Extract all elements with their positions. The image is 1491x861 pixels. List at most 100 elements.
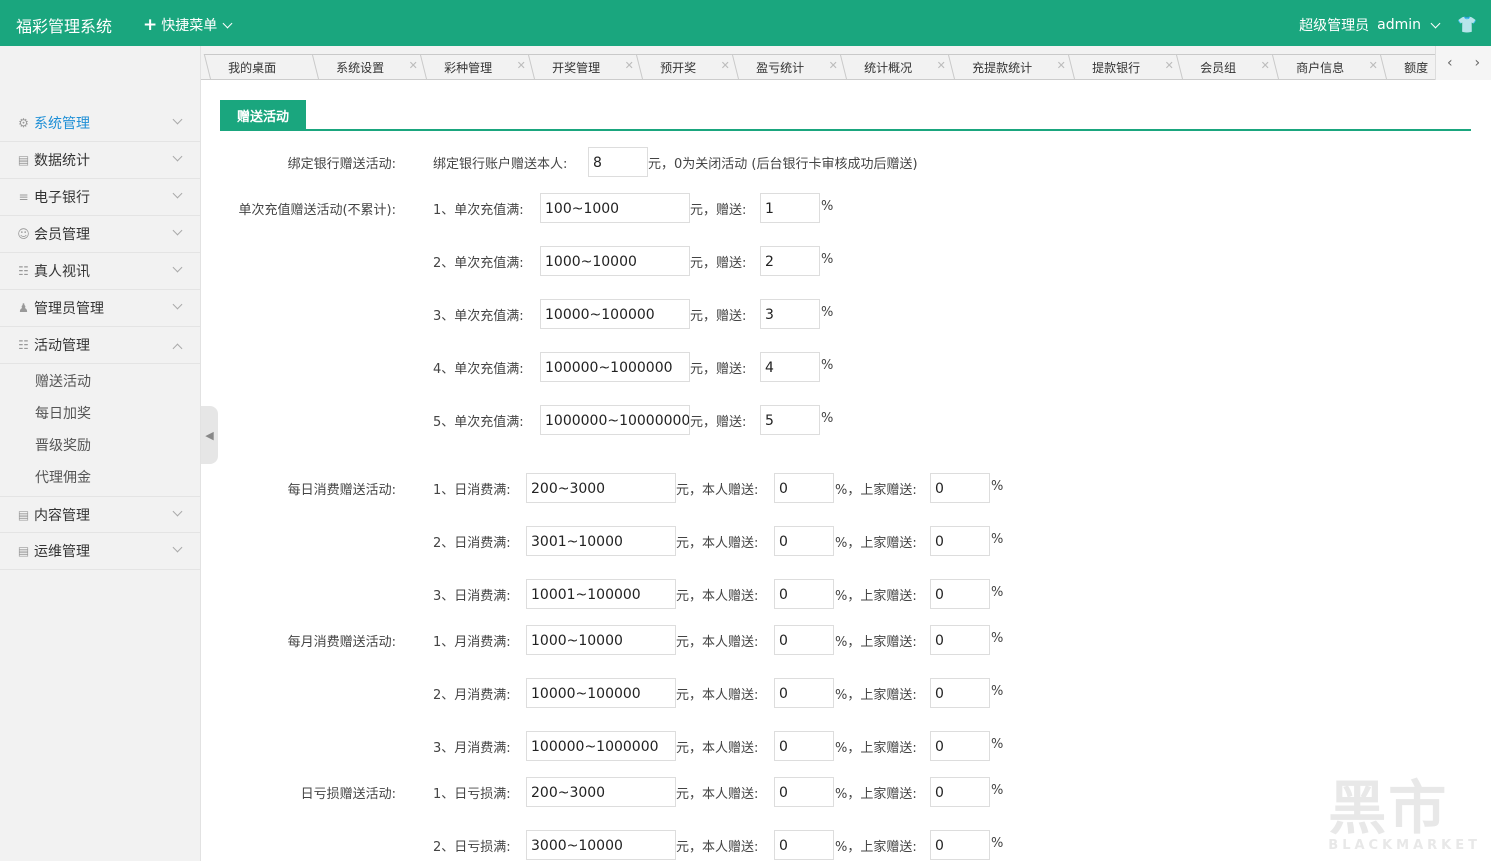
daily-self-input[interactable]: 0 (774, 473, 834, 503)
close-icon[interactable]: ✕ (516, 59, 525, 72)
tab-deposit-withdraw-stats[interactable]: 充提款统计 ✕ (947, 54, 1077, 79)
watermark-subtext: BLACKMARKET (1328, 838, 1481, 853)
chevron-down-icon (172, 299, 183, 310)
monthly-consume-label: 每月消费赠送活动: (287, 635, 396, 650)
tab-lottery-types[interactable]: 彩种管理 ✕ (419, 54, 537, 79)
tab-system-settings[interactable]: 系统设置 ✕ (311, 54, 429, 79)
recharge-rate-input[interactable]: 2 (760, 246, 820, 276)
sidebar-item-live-video[interactable]: ☷ 真人视讯 (0, 253, 200, 290)
sidebar-subitem-gift-activity[interactable]: 赠送活动 (0, 366, 200, 398)
tab-member-groups[interactable]: 会员组 ✕ (1175, 54, 1281, 79)
bind-bank-label: 绑定银行赠送活动: (287, 157, 396, 172)
user-menu[interactable]: 超级管理员 admin (1299, 15, 1441, 35)
percent-text: % (991, 631, 1004, 646)
monthly-row-prefix: 3、月消费满: (433, 741, 511, 756)
daily-parent-input[interactable]: 0 (930, 473, 990, 503)
bind-bank-amount-input[interactable]: 8 (588, 147, 648, 177)
sidebar-item-label: 系统管理 (34, 116, 90, 132)
close-icon[interactable]: ✕ (1056, 59, 1065, 72)
monthly-range-input[interactable]: 1000~10000 (526, 625, 676, 655)
tab-label: 统计概况 (864, 61, 913, 75)
loss-self-input[interactable]: 0 (774, 830, 834, 860)
chart-icon: ▤ (17, 153, 30, 167)
monthly-range-input[interactable]: 10000~100000 (526, 678, 676, 708)
tab-profit-loss[interactable]: 盈亏统计 ✕ (731, 54, 849, 79)
sidebar-item-members[interactable]: ☺ 会员管理 (0, 216, 200, 253)
tab-label: 盈亏统计 (756, 61, 805, 75)
recharge-range-input[interactable]: 1000~10000 (540, 246, 690, 276)
sidebar-item-ops[interactable]: ▤ 运维管理 (0, 533, 200, 570)
app-title: 福彩管理系统 (16, 17, 113, 36)
tab-pre-draw[interactable]: 预开奖 ✕ (635, 54, 741, 79)
sidebar-subitem-daily-bonus[interactable]: 每日加奖 (0, 398, 200, 430)
close-icon[interactable]: ✕ (828, 59, 837, 72)
close-icon[interactable]: ✕ (624, 59, 633, 72)
daily-range-input[interactable]: 10001~100000 (526, 579, 676, 609)
loss-range-input[interactable]: 200~3000 (526, 777, 676, 807)
sidebar-item-ebank[interactable]: ≡ 电子银行 (0, 179, 200, 216)
tab-desktop[interactable]: 我的桌面 (203, 54, 321, 79)
recharge-rate-input[interactable]: 4 (760, 352, 820, 382)
loss-parent-input[interactable]: 0 (930, 830, 990, 860)
close-icon[interactable]: ✕ (936, 59, 945, 72)
close-icon[interactable]: ✕ (408, 59, 417, 72)
percent-text: % (991, 585, 1004, 600)
sidebar-collapse-button[interactable]: ◀ (201, 406, 218, 464)
monthly-parent-input[interactable]: 0 (930, 731, 990, 761)
close-icon[interactable]: ✕ (1260, 59, 1269, 72)
sidebar-menu: ⚙ 系统管理 ▤ 数据统计 ≡ 电子银行 ☺ 会员管理 ☷ 真人视讯 ♟ 管理员… (0, 105, 200, 570)
monthly-parent-input[interactable]: 0 (930, 625, 990, 655)
sidebar-item-activities[interactable]: ☷ 活动管理 (0, 327, 200, 364)
sidebar-subitem-promotion-reward[interactable]: 晋级奖励 (0, 430, 200, 462)
monthly-self-input[interactable]: 0 (774, 625, 834, 655)
quick-menu-button[interactable]: + 快捷菜单 (143, 15, 233, 35)
tab-merchant-info[interactable]: 商户信息 ✕ (1271, 54, 1389, 79)
monthly-self-input[interactable]: 0 (774, 731, 834, 761)
sidebar-item-system[interactable]: ⚙ 系统管理 (0, 105, 200, 142)
tab-draw-management[interactable]: 开奖管理 ✕ (527, 54, 645, 79)
monthly-self-input[interactable]: 0 (774, 678, 834, 708)
sidebar-item-admins[interactable]: ♟ 管理员管理 (0, 290, 200, 327)
percent-text: % (991, 783, 1004, 798)
recharge-range-input[interactable]: 100000~1000000 (540, 352, 690, 382)
daily-range-input[interactable]: 3001~10000 (526, 526, 676, 556)
monthly-parent-input[interactable]: 0 (930, 678, 990, 708)
daily-parent-input[interactable]: 0 (930, 579, 990, 609)
tab-overview[interactable]: 统计概况 ✕ (839, 54, 957, 79)
loss-range-input[interactable]: 3000~10000 (526, 830, 676, 860)
sidebar-item-label: 管理员管理 (34, 301, 104, 317)
close-icon[interactable]: ✕ (720, 59, 729, 72)
sidebar-item-label: 真人视讯 (34, 264, 90, 280)
daily-range-input[interactable]: 200~3000 (526, 473, 676, 503)
sidebar-item-stats[interactable]: ▤ 数据统计 (0, 142, 200, 179)
shirt-icon[interactable]: 👕 (1457, 15, 1477, 34)
daily-parent-input[interactable]: 0 (930, 526, 990, 556)
tab-label: 开奖管理 (552, 61, 601, 75)
loss-self-input[interactable]: 0 (774, 777, 834, 807)
tab-label: 额度 (1404, 61, 1429, 75)
percent-text: % (821, 199, 834, 214)
loss-parent-input[interactable]: 0 (930, 777, 990, 807)
recharge-rate-input[interactable]: 5 (760, 405, 820, 435)
daily-self-input[interactable]: 0 (774, 526, 834, 556)
recharge-range-input[interactable]: 10000~100000 (540, 299, 690, 329)
sidebar-item-content[interactable]: ▤ 内容管理 (0, 496, 200, 533)
monthly-range-input[interactable]: 100000~1000000 (526, 731, 676, 761)
close-icon[interactable]: ✕ (1164, 59, 1173, 72)
recharge-rate-input[interactable]: 3 (760, 299, 820, 329)
daily-self-input[interactable]: 0 (774, 579, 834, 609)
recharge-range-input[interactable]: 100~1000 (540, 193, 690, 223)
recharge-rate-input[interactable]: 1 (760, 193, 820, 223)
chevron-right-icon[interactable]: › (1474, 55, 1480, 71)
tab-label: 商户信息 (1296, 61, 1345, 75)
recharge-range-input[interactable]: 1000000~10000000 (540, 405, 690, 435)
chevron-left-icon[interactable]: ‹ (1447, 55, 1453, 71)
sidebar-item-label: 活动管理 (34, 338, 90, 354)
chevron-left-icon: ◀ (205, 428, 214, 442)
chevron-down-icon (1430, 18, 1441, 28)
watermark-text: 黑市 (1328, 774, 1449, 842)
chevron-down-icon (172, 542, 183, 553)
close-icon[interactable]: ✕ (1368, 59, 1377, 72)
tab-withdraw-banks[interactable]: 提款银行 ✕ (1067, 54, 1185, 79)
sidebar-subitem-agent-commission[interactable]: 代理佣金 (0, 462, 200, 494)
